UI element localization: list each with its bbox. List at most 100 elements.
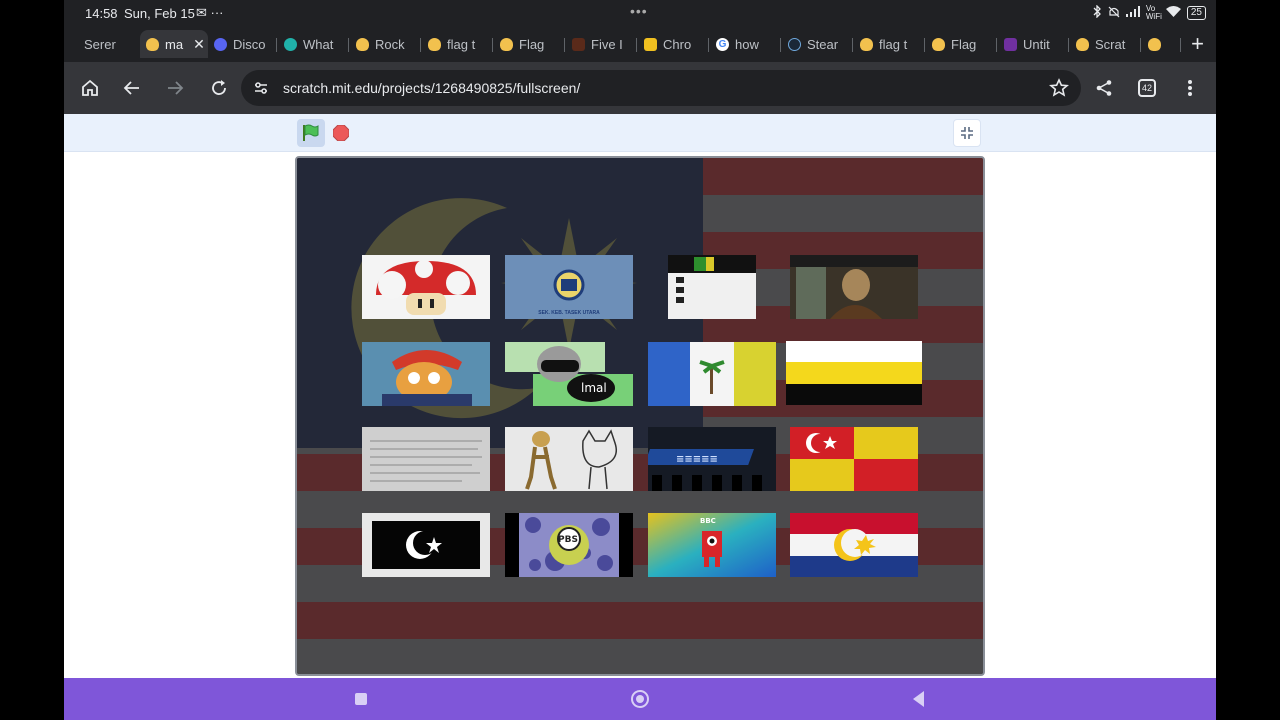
tab-title: Scrat — [1095, 36, 1126, 52]
close-tab-icon[interactable]: ✕ — [193, 36, 205, 53]
browser-toolbar: scratch.mit.edu/projects/1268490825/full… — [64, 62, 1216, 114]
wifi-icon — [1165, 6, 1181, 20]
tab-title: how — [735, 36, 759, 52]
player-controls — [64, 114, 1216, 152]
tab-1[interactable]: ma ✕ — [140, 30, 208, 58]
tab-6[interactable]: Flag — [494, 30, 566, 58]
thumbnail-mushroom[interactable] — [362, 255, 490, 319]
device-screen: 14:58 Sun, Feb 15 ✉ ··· ••• Vo WiFi 25 +… — [64, 0, 1216, 720]
tab-12[interactable]: Flag — [926, 30, 998, 58]
address-bar[interactable]: scratch.mit.edu/projects/1268490825/full… — [241, 70, 1081, 106]
tab-8[interactable]: Chro — [638, 30, 710, 58]
thumbnail-painting[interactable] — [790, 255, 918, 319]
tab-title: flag t — [879, 36, 908, 52]
discord-favicon-icon — [214, 37, 227, 51]
new-tab-button[interactable]: + — [1191, 30, 1204, 58]
tab-4[interactable]: Rock — [350, 30, 422, 58]
thumbnail-game-logo[interactable]: ≡≡≡≡≡ — [648, 427, 776, 491]
tab-title: Flag — [951, 36, 977, 52]
tab-title: flag t — [447, 36, 476, 52]
url-text[interactable]: scratch.mit.edu/projects/1268490825/full… — [283, 80, 580, 96]
thumbnail-malacca-flag[interactable] — [790, 513, 918, 577]
home-nav-button[interactable] — [631, 690, 649, 708]
thumbnail-cartoon-dog[interactable] — [362, 342, 490, 406]
tab-13[interactable]: Untit — [998, 30, 1070, 58]
mute-icon — [1108, 6, 1120, 21]
tab-5[interactable]: flag t — [422, 30, 494, 58]
thumbnail-selangor-flag[interactable] — [790, 427, 918, 491]
tab-0[interactable]: Serer — [78, 30, 140, 58]
tab-14[interactable]: Scrat — [1070, 30, 1142, 58]
steam-favicon-icon — [788, 37, 801, 51]
scratch-favicon-icon — [1148, 37, 1161, 51]
stop-button[interactable] — [332, 124, 350, 142]
thumbnail-notes-paper[interactable] — [362, 427, 490, 491]
tab-switcher-button[interactable]: 42 — [1134, 75, 1160, 101]
tab-10[interactable]: Stear — [782, 30, 854, 58]
arrow-left-icon — [123, 81, 139, 95]
home-icon — [82, 79, 98, 96]
home-button[interactable] — [77, 75, 103, 101]
menu-button[interactable] — [1177, 75, 1203, 101]
tab-separator — [852, 38, 853, 52]
share-button[interactable] — [1091, 75, 1117, 101]
thumbnail-terengganu-flag[interactable] — [362, 513, 490, 577]
tab-7[interactable]: Five I — [566, 30, 638, 58]
thumbnail-sketch-characters[interactable] — [505, 427, 633, 491]
green-flag-button[interactable] — [297, 119, 325, 147]
multitask-dots[interactable]: ••• — [630, 3, 648, 19]
thumbnail-robot-channel[interactable]: BBC — [648, 513, 776, 577]
reload-button[interactable] — [206, 75, 232, 101]
stop-icon — [332, 124, 350, 142]
system-icons: Vo WiFi 25 — [1092, 4, 1206, 21]
thumbnail-face-blob[interactable]: lmal — [505, 342, 633, 406]
tab-separator — [564, 38, 565, 52]
scratch-favicon-icon — [356, 37, 369, 51]
untitled-favicon-icon — [1004, 37, 1017, 51]
logo-text: ≡≡≡≡≡ — [676, 454, 718, 465]
thumbnail-school-emblem[interactable]: SEK. KEB. TASEK UTARA — [505, 255, 633, 319]
bookmark-star-icon[interactable] — [1049, 78, 1069, 103]
tab-separator — [276, 38, 277, 52]
tab-15[interactable] — [1142, 30, 1182, 58]
bluetooth-icon — [1092, 4, 1102, 21]
signal-icon — [1125, 6, 1140, 20]
project-stage[interactable]: SEK. KEB. TASEK UTARA lmal ≡≡≡≡≡ PBS BBC — [295, 156, 985, 676]
tab-title: ma — [165, 36, 184, 52]
tab-3[interactable]: What — [278, 30, 350, 58]
pbs-text: PBS — [558, 535, 578, 545]
forward-button[interactable] — [162, 75, 188, 101]
green-flag-icon — [303, 124, 319, 141]
site-settings-icon[interactable] — [253, 80, 269, 101]
tab-separator — [1068, 38, 1069, 52]
scratch-favicon-icon — [500, 37, 513, 51]
malaysia-flag-background — [297, 158, 983, 674]
scratch-fullscreen-page: SEK. KEB. TASEK UTARA lmal ≡≡≡≡≡ PBS BBC — [64, 114, 1216, 678]
tab-separator — [780, 38, 781, 52]
scratch-favicon-icon — [932, 37, 945, 51]
flag-canton — [297, 158, 703, 448]
back-nav-button[interactable] — [913, 691, 924, 707]
arrow-right-icon — [168, 81, 184, 95]
tab-separator — [492, 38, 493, 52]
tab-strip: + Serer ma ✕ Disco What Rock flag t Flag Five I C… — [64, 26, 1216, 62]
tab-9[interactable]: Ghow — [710, 30, 782, 58]
tab-title: Chro — [663, 36, 692, 52]
clock: 14:58 — [85, 6, 118, 21]
thumbnail-penang-flag[interactable] — [648, 342, 776, 406]
reload-icon — [212, 80, 226, 95]
chro-favicon-icon — [644, 37, 657, 51]
recents-button[interactable] — [355, 693, 367, 705]
battery-indicator: 25 — [1186, 6, 1206, 20]
thumbnail-perak-flag[interactable] — [786, 341, 922, 405]
thumbnail-pbs-logo[interactable]: PBS — [505, 513, 633, 577]
tab-title: Stear — [807, 36, 839, 52]
thumbnail-screenshot[interactable] — [648, 255, 776, 319]
notification-icons: ✉ ··· — [196, 5, 224, 20]
back-button[interactable] — [119, 75, 145, 101]
exit-fullscreen-button[interactable] — [953, 119, 981, 147]
tab-11[interactable]: flag t — [854, 30, 926, 58]
tab-2[interactable]: Disco — [208, 30, 278, 58]
tab-separator — [420, 38, 421, 52]
tab-title: Untit — [1023, 36, 1050, 52]
